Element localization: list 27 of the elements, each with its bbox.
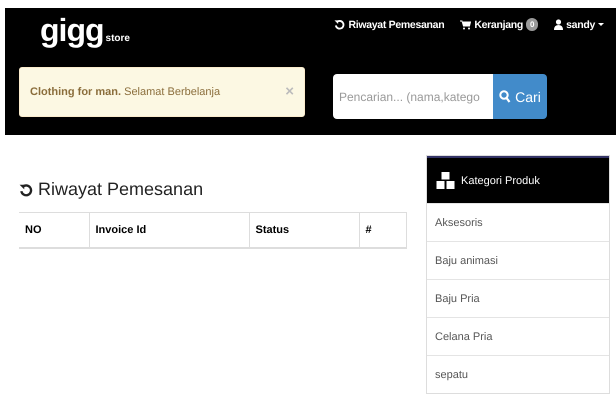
search-icon [499, 90, 512, 103]
column-header: NO [19, 212, 89, 248]
cart-count: 0 [526, 18, 538, 31]
user-icon [554, 19, 564, 30]
column-header: Status [249, 212, 359, 248]
category-item[interactable]: Aksesoris [427, 203, 609, 241]
column-header: # [359, 212, 406, 248]
search-field[interactable]: Pencarian... (nama,katego [333, 74, 493, 119]
column-header: Invoice Id [89, 212, 249, 248]
page-title: Riwayat Pemesanan [38, 179, 204, 200]
category-item[interactable]: Baju Pria [427, 279, 609, 317]
category-item[interactable]: sepatu [427, 355, 609, 393]
history-icon [334, 19, 346, 30]
logo: gigg [40, 14, 104, 46]
nav-link[interactable]: Keranjang 0 [460, 18, 538, 31]
alert-message: Clothing for man. Selamat Berbelanja [30, 86, 220, 98]
caret-icon [598, 22, 604, 26]
search-button[interactable]: Cari [493, 74, 547, 119]
logo-suffix: store [106, 33, 130, 44]
panel-title: Kategori Produk [461, 174, 540, 186]
category-item[interactable]: Baju animasi [427, 241, 609, 279]
cubes-icon [435, 170, 457, 190]
nav-link[interactable]: sandy [554, 18, 604, 31]
nav-link[interactable]: Riwayat Pemesanan [334, 18, 444, 31]
cart-icon [460, 20, 472, 30]
history-icon [19, 182, 33, 196]
category-item[interactable]: Celana Pria [427, 317, 609, 355]
